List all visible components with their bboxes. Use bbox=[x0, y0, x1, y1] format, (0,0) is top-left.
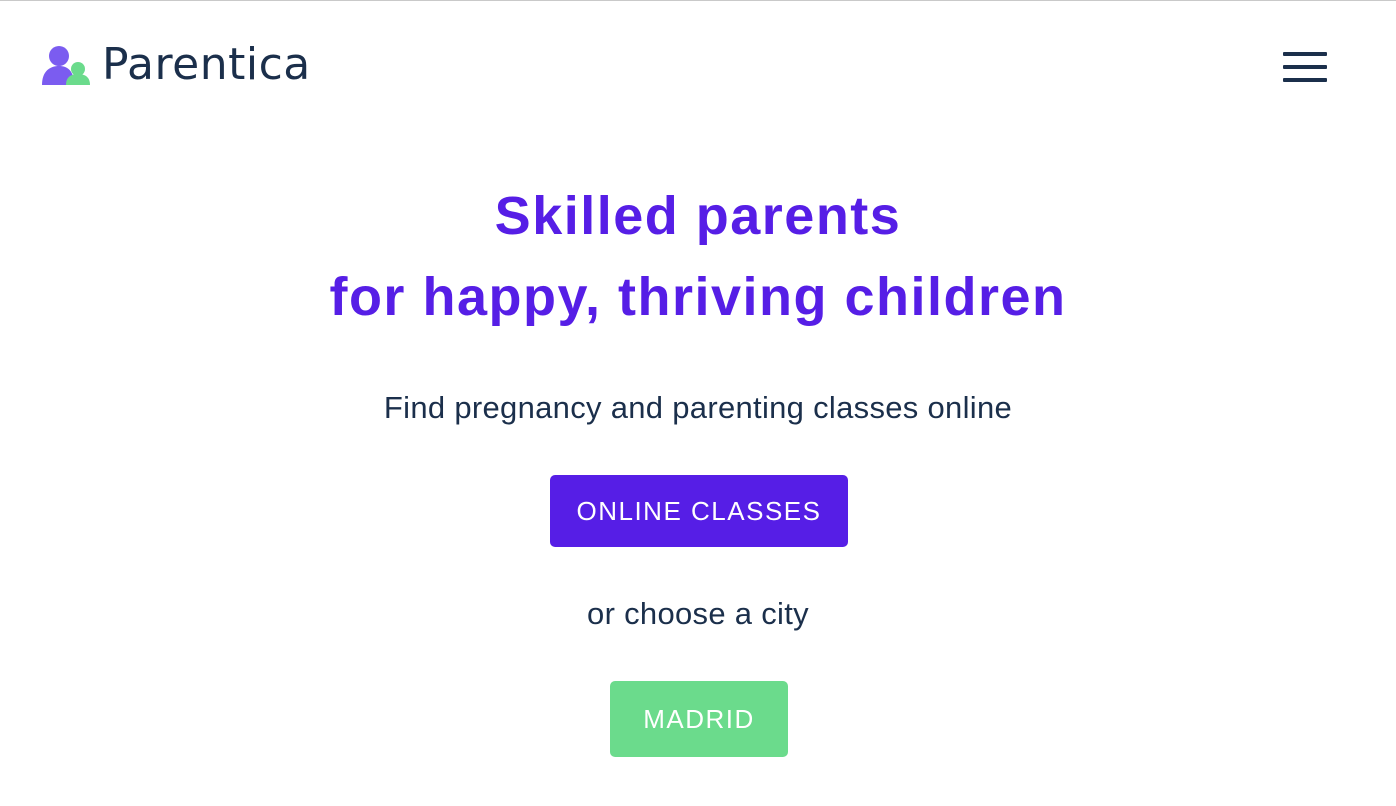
city-button-madrid[interactable]: MADRID bbox=[610, 681, 788, 757]
hamburger-menu-icon-bar-top bbox=[1283, 52, 1327, 56]
site-header: Parentica bbox=[0, 1, 1396, 131]
page: Parentica Skilled parents for happy, thr… bbox=[0, 0, 1396, 806]
headline-line-2: for happy, thriving children bbox=[329, 267, 1067, 327]
hamburger-menu-icon-bar-bottom bbox=[1283, 78, 1327, 82]
headline-line-1: Skilled parents bbox=[494, 186, 902, 246]
online-classes-button[interactable]: ONLINE CLASSES bbox=[550, 475, 848, 547]
choose-city-text: or choose a city bbox=[587, 596, 809, 631]
brand-name: Parentica bbox=[102, 39, 311, 90]
brand-logo-link[interactable]: Parentica bbox=[40, 39, 311, 91]
hamburger-menu-icon-bar-middle bbox=[1283, 65, 1327, 69]
parents-icon bbox=[42, 46, 90, 85]
hero-subtitle: Find pregnancy and parenting classes onl… bbox=[383, 390, 1013, 425]
hamburger-menu-button[interactable] bbox=[1280, 47, 1330, 87]
